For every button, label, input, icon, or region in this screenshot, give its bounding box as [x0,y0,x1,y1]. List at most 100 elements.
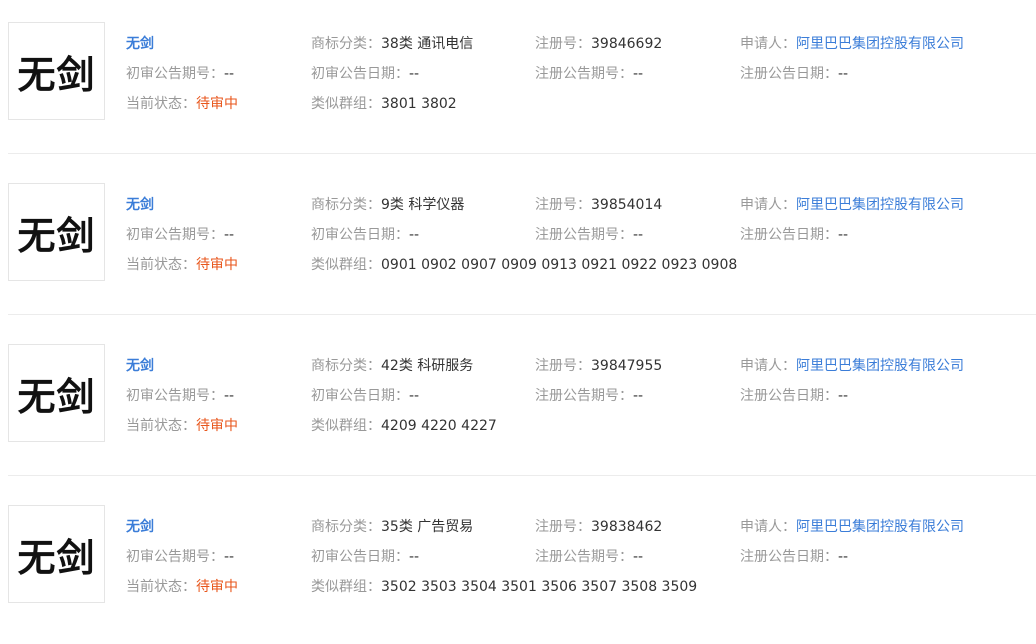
reg-date-label: 注册公告日期： [740,227,838,243]
status-label: 当前状态： [126,579,196,595]
reg-issue-label: 注册公告期号： [535,388,633,404]
applicant-link[interactable]: 阿里巴巴集团控股有限公司 [796,36,964,52]
initial-issue-label: 初审公告期号： [126,66,224,82]
reg-issue-value: -- [633,66,644,82]
reg-issue-field: 注册公告期号：-- [535,385,643,405]
reg-date-field: 注册公告日期：-- [740,546,848,566]
initial-issue-label: 初审公告期号： [126,388,224,404]
group-value: 3801 3802 [381,96,457,112]
applicant-label: 申请人： [740,36,796,52]
category-value: 35类 广告贸易 [381,519,474,535]
reg-issue-field: 注册公告期号：-- [535,224,643,244]
trademark-image[interactable]: 无剑 [8,344,105,442]
category-field: 商标分类：35类 广告贸易 [311,516,473,536]
applicant-link[interactable]: 阿里巴巴集团控股有限公司 [796,358,964,374]
status-label: 当前状态： [126,418,196,434]
reg-no-field: 注册号：39847955 [535,355,662,375]
initial-date-label: 初审公告日期： [311,66,409,82]
reg-issue-label: 注册公告期号： [535,549,633,565]
group-label: 类似群组： [311,418,381,434]
trademark-image-text: 无剑 [17,374,96,419]
group-field: 类似群组：4209 4220 4227 [311,415,497,435]
applicant-link[interactable]: 阿里巴巴集团控股有限公司 [796,197,964,213]
initial-issue-field: 初审公告期号：-- [126,546,234,566]
group-label: 类似群组： [311,579,381,595]
initial-issue-field: 初审公告期号：-- [126,385,234,405]
reg-date-value: -- [838,388,849,404]
category-field: 商标分类：38类 通讯电信 [311,33,473,53]
reg-no-field: 注册号：39846692 [535,33,662,53]
initial-issue-label: 初审公告期号： [126,227,224,243]
reg-date-field: 注册公告日期：-- [740,63,848,83]
reg-no-value: 39846692 [591,36,663,52]
trademark-result-list: 无剑 无剑 商标分类：38类 通讯电信 注册号：39846692 申请人：阿里巴… [0,0,1036,611]
applicant-label: 申请人： [740,197,796,213]
initial-issue-value: -- [224,549,235,565]
reg-date-label: 注册公告日期： [740,66,838,82]
trademark-image[interactable]: 无剑 [8,183,105,281]
trademark-image-text: 无剑 [17,535,96,580]
applicant-field: 申请人：阿里巴巴集团控股有限公司 [740,516,964,536]
group-value: 0901 0902 0907 0909 0913 0921 0922 0923 … [381,257,738,273]
trademark-record: 无剑 无剑 商标分类：9类 科学仪器 注册号：39854014 申请人：阿里巴巴… [0,153,1036,322]
group-label: 类似群组： [311,96,381,112]
reg-date-label: 注册公告日期： [740,388,838,404]
trademark-image[interactable]: 无剑 [8,22,105,120]
reg-no-value: 39854014 [591,197,663,213]
trademark-name-link[interactable]: 无剑 [126,194,154,214]
status-badge: 待审中 [196,257,238,273]
group-value: 3502 3503 3504 3501 3506 3507 3508 3509 [381,579,698,595]
initial-issue-field: 初审公告期号：-- [126,63,234,83]
reg-date-label: 注册公告日期： [740,549,838,565]
reg-no-label: 注册号： [535,519,591,535]
initial-issue-field: 初审公告期号：-- [126,224,234,244]
category-value: 38类 通讯电信 [381,36,474,52]
applicant-label: 申请人： [740,358,796,374]
reg-no-label: 注册号： [535,358,591,374]
reg-issue-field: 注册公告期号：-- [535,546,643,566]
status-badge: 待审中 [196,96,238,112]
status-field: 当前状态：待审中 [126,415,238,435]
trademark-image[interactable]: 无剑 [8,505,105,603]
trademark-image-text: 无剑 [17,52,96,97]
status-badge: 待审中 [196,418,238,434]
group-field: 类似群组：3502 3503 3504 3501 3506 3507 3508 … [311,576,697,596]
status-field: 当前状态：待审中 [126,254,238,274]
reg-no-value: 39838462 [591,519,663,535]
initial-date-field: 初审公告日期：-- [311,385,419,405]
status-label: 当前状态： [126,257,196,273]
initial-date-field: 初审公告日期：-- [311,224,419,244]
applicant-field: 申请人：阿里巴巴集团控股有限公司 [740,33,964,53]
category-label: 商标分类： [311,197,381,213]
category-field: 商标分类：42类 科研服务 [311,355,473,375]
reg-issue-field: 注册公告期号：-- [535,63,643,83]
trademark-record: 无剑 无剑 商标分类：38类 通讯电信 注册号：39846692 申请人：阿里巴… [0,0,1036,161]
category-label: 商标分类： [311,358,381,374]
trademark-name-link[interactable]: 无剑 [126,355,154,375]
initial-date-value: -- [409,66,420,82]
category-value: 42类 科研服务 [381,358,474,374]
initial-issue-value: -- [224,66,235,82]
initial-date-field: 初审公告日期：-- [311,63,419,83]
applicant-label: 申请人： [740,519,796,535]
group-field: 类似群组：3801 3802 [311,93,457,113]
applicant-field: 申请人：阿里巴巴集团控股有限公司 [740,355,964,375]
reg-issue-label: 注册公告期号： [535,66,633,82]
initial-date-label: 初审公告日期： [311,549,409,565]
reg-date-value: -- [838,66,849,82]
trademark-name-link[interactable]: 无剑 [126,516,154,536]
trademark-name-link[interactable]: 无剑 [126,33,154,53]
applicant-link[interactable]: 阿里巴巴集团控股有限公司 [796,519,964,535]
initial-issue-value: -- [224,388,235,404]
reg-issue-label: 注册公告期号： [535,227,633,243]
category-label: 商标分类： [311,36,381,52]
reg-date-value: -- [838,227,849,243]
status-field: 当前状态：待审中 [126,93,238,113]
initial-date-value: -- [409,227,420,243]
trademark-record: 无剑 无剑 商标分类：42类 科研服务 注册号：39847955 申请人：阿里巴… [0,314,1036,483]
initial-date-field: 初审公告日期：-- [311,546,419,566]
reg-issue-value: -- [633,388,644,404]
status-field: 当前状态：待审中 [126,576,238,596]
initial-issue-value: -- [224,227,235,243]
category-label: 商标分类： [311,519,381,535]
